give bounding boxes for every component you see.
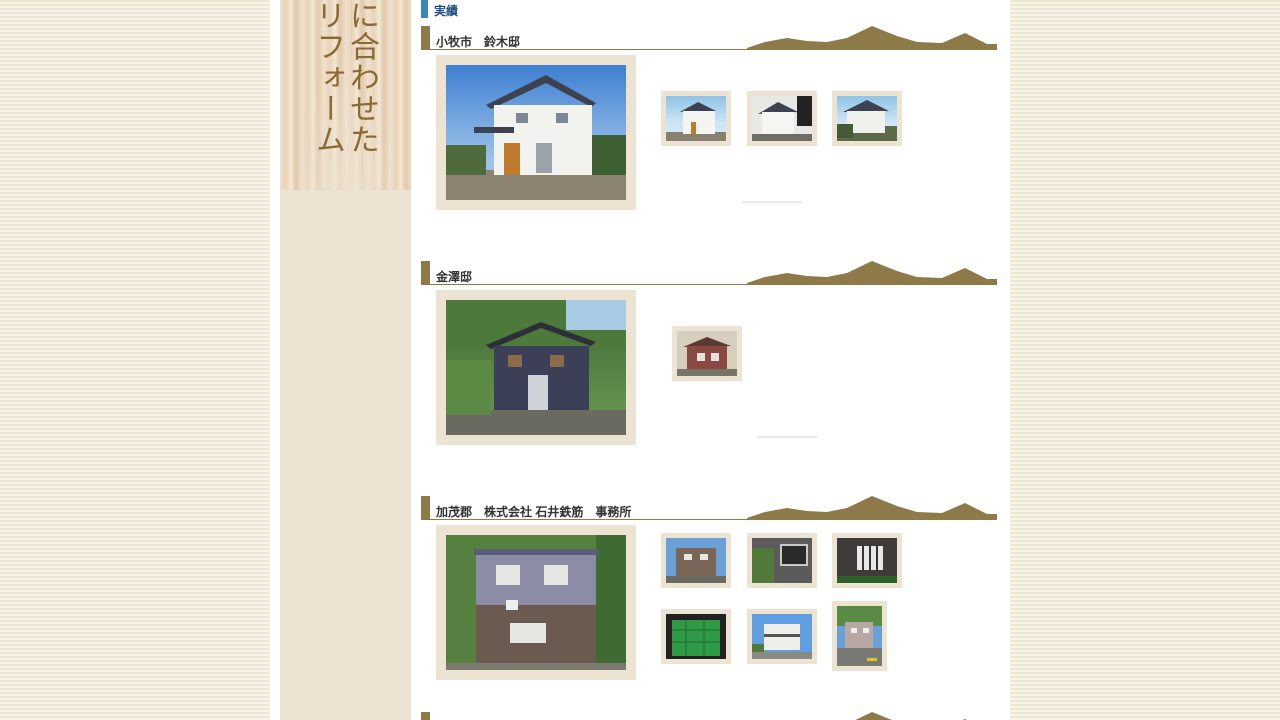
thumbnail[interactable] [747,533,817,588]
thumbnail-photo [752,538,812,583]
thumbnail[interactable] [661,533,731,588]
mountain-icon [747,496,997,520]
thumbnail-photo [666,614,726,659]
section-title: 加茂郡 株式会社 石井鉄筋 事務所 [436,505,632,519]
house-photo [446,65,626,200]
thumbnail[interactable] [661,609,731,664]
thumbnail-photo [837,606,882,666]
mountain-icon [747,26,997,50]
page-content: に合わせた リフォーム 実績 小牧市 鈴木邸 金澤邸 加茂郡 株式会社 石井鉄筋… [270,0,1010,720]
section-bar [421,261,430,285]
thumbnail-photo [752,96,812,141]
section-title: 小牧市 鈴木邸 [436,35,521,49]
mountain-icon [747,261,997,285]
main-photo-frame[interactable] [436,525,636,680]
house-photo [446,300,626,435]
section-header-4 [421,712,997,720]
section-title: 金澤邸 [436,270,473,284]
thumbnail-photo [666,96,726,141]
shadow [742,201,802,204]
section-bar [421,712,430,720]
thumbnail-photo [666,538,726,583]
page-title: 実績 [434,4,459,18]
thumbnail-photo [837,96,897,141]
mountain-icon [855,712,967,720]
thumbnail[interactable] [832,91,902,146]
heading-bar [421,0,428,18]
section-header-1: 小牧市 鈴木邸 [421,26,997,50]
section-header-3: 加茂郡 株式会社 石井鉄筋 事務所 [421,496,997,520]
main-photo-frame[interactable] [436,290,636,445]
wood-banner: に合わせた リフォーム [280,0,411,190]
thumbnail-photo [677,331,737,376]
thumbnail[interactable] [832,533,902,588]
section-bar [421,496,430,520]
thumbnail[interactable] [661,91,731,146]
sidebar-vertical-text-right: に合わせた [344,0,379,155]
thumbnail-photo [837,538,897,583]
thumbnail-photo [752,614,812,659]
sidebar-vertical-text-left: リフォーム [310,0,345,155]
office-photo [446,535,626,670]
main-photo-frame[interactable] [436,55,636,210]
thumbnail[interactable] [672,326,742,381]
section-bar [421,26,430,50]
thumbnail[interactable] [747,91,817,146]
sidebar: に合わせた リフォーム [280,0,411,720]
section-header-2: 金澤邸 [421,261,997,285]
thumbnail[interactable] [747,609,817,664]
thumbnail[interactable] [832,601,887,671]
shadow [757,436,817,439]
